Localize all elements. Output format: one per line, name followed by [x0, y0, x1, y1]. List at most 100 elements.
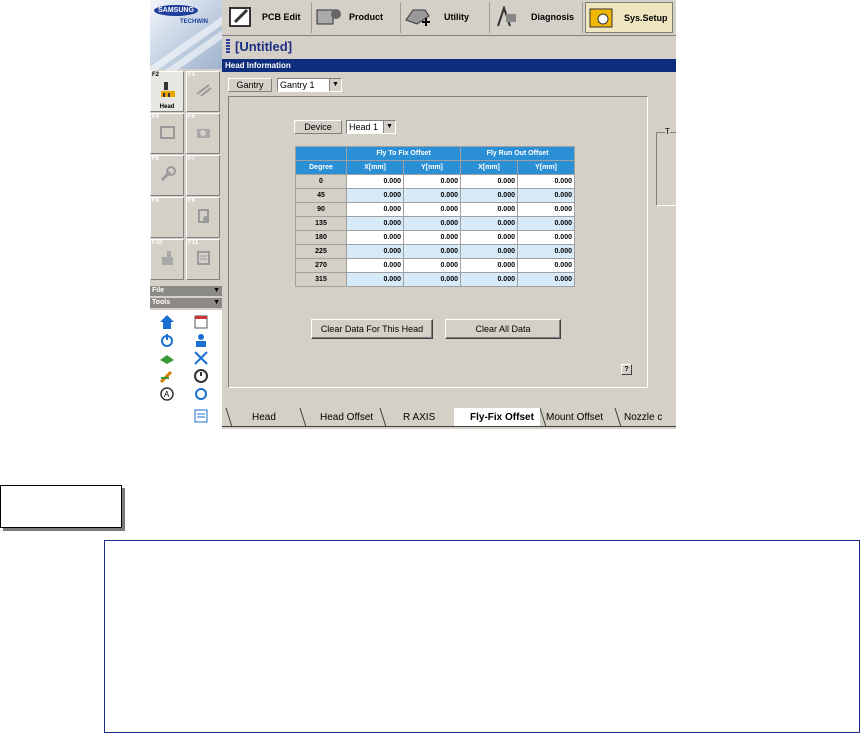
table-cell-value[interactable]: 0.000 [517, 230, 575, 245]
tab-nozzle[interactable]: Nozzle c [618, 408, 668, 427]
table-cell-value[interactable]: 0.000 [517, 244, 575, 259]
table-cell-value[interactable]: 0.000 [346, 174, 404, 189]
table-cell-value[interactable]: 0.000 [460, 244, 518, 259]
table-cell-value[interactable]: 0.000 [517, 272, 575, 287]
toolbar-sys-setup[interactable]: Sys.Setup [585, 2, 673, 33]
tab-mount-offset[interactable]: Mount Offset [540, 408, 609, 427]
fkey-f2-head[interactable]: F2 Head [150, 71, 184, 112]
table-header: Y[mm] [403, 160, 461, 175]
fkey-f6[interactable]: F6 [150, 155, 184, 196]
device-value: Head 1 [349, 122, 379, 132]
table-cell-value[interactable]: 0.000 [460, 174, 518, 189]
fkey-f7[interactable]: F7 [186, 155, 220, 196]
table-row: 270 0.000 0.000 0.000 0.000 [295, 258, 575, 273]
tab-fly-fix-offset[interactable]: Fly-Fix Offset [454, 408, 540, 427]
table-cell-value[interactable]: 0.000 [460, 202, 518, 217]
table-cell-value[interactable]: 0.000 [346, 188, 404, 203]
toolbar-utility[interactable]: Utility [402, 2, 490, 33]
auto-icon[interactable]: A [159, 386, 175, 402]
report-icon[interactable] [193, 408, 209, 424]
table-cell-value[interactable]: 0.000 [403, 244, 461, 259]
home-icon[interactable] [159, 314, 175, 330]
dropdown-arrow-icon: ▼ [213, 299, 220, 306]
table-row: 45 0.000 0.000 0.000 0.000 [295, 188, 575, 203]
camera-icon [197, 129, 210, 138]
tab-head[interactable]: Head [234, 408, 294, 427]
table-cell-degree: 90 [295, 202, 347, 217]
toolbar-label: Product [349, 12, 384, 22]
toolbar-diagnosis[interactable]: Diagnosis [491, 2, 583, 33]
toolbar-product[interactable]: Product [313, 2, 401, 33]
table-cell-value[interactable]: 0.000 [346, 230, 404, 245]
table-cell-value[interactable]: 0.000 [346, 202, 404, 217]
chevron-down-icon[interactable]: ▼ [329, 79, 341, 91]
table-cell-value[interactable]: 0.000 [517, 188, 575, 203]
table-cell-value[interactable]: 0.000 [517, 202, 575, 217]
table-cell-value[interactable]: 0.000 [403, 272, 461, 287]
gantry-select[interactable]: Gantry 1 ▼ [277, 78, 342, 92]
table-row: 0 0.000 0.000 0.000 0.000 [295, 174, 575, 189]
app-window: SAMSUNG TECHWIN F2 Head F3 F4 F5 F6 F7 F… [150, 0, 676, 429]
tools-panel: A [150, 310, 222, 429]
user-icon[interactable] [193, 332, 209, 348]
tab-head-offset[interactable]: Head Offset [302, 408, 391, 427]
table-corner [295, 146, 347, 161]
section-header: Head Information [222, 59, 676, 72]
table-cell-value[interactable]: 0.000 [346, 272, 404, 287]
table-cell-degree: 225 [295, 244, 347, 259]
fkey-f3[interactable]: F3 [186, 71, 220, 112]
fkey-f4[interactable]: F4 [150, 113, 184, 154]
table-cell-value[interactable]: 0.000 [403, 188, 461, 203]
toolbar-pcb-edit[interactable]: PCB Edit [226, 2, 312, 33]
table-cell-value[interactable]: 0.000 [346, 216, 404, 231]
file-menu[interactable]: File ▼ [150, 286, 222, 296]
gauge-icon[interactable] [193, 368, 209, 384]
table-cell-value[interactable]: 0.000 [346, 244, 404, 259]
table-cell-value[interactable]: 0.000 [346, 258, 404, 273]
table-cell-degree: 315 [295, 272, 347, 287]
fkey-label: F3 [188, 72, 196, 78]
fkey-f11[interactable]: F11 [186, 239, 220, 280]
clear-head-button[interactable]: Clear Data For This Head [311, 319, 433, 339]
label-box [0, 485, 122, 528]
table-cell-value[interactable]: 0.000 [403, 230, 461, 245]
recycle-icon[interactable] [193, 386, 209, 402]
table-cell-value[interactable]: 0.000 [517, 216, 575, 231]
table-cell-value[interactable]: 0.000 [403, 216, 461, 231]
table-cell-value[interactable]: 0.000 [460, 258, 518, 273]
table-cell-value[interactable]: 0.000 [460, 230, 518, 245]
power-icon[interactable] [159, 332, 175, 348]
fkey-f9[interactable]: F9 [186, 197, 220, 238]
calendar-icon[interactable] [193, 314, 209, 330]
help-button[interactable]: ? [621, 364, 632, 375]
tab-r-axis[interactable]: R AXIS [385, 408, 453, 427]
chevron-down-icon[interactable]: ▼ [383, 121, 395, 133]
fkey-f10[interactable]: F10 [150, 239, 184, 280]
diagnosis-icon [497, 6, 516, 27]
list-icon [197, 251, 210, 265]
table-cell-value[interactable]: 0.000 [460, 272, 518, 287]
table-cell-value[interactable]: 0.000 [517, 174, 575, 189]
clear-all-button[interactable]: Clear All Data [445, 319, 561, 339]
table-header-degree: Degree [295, 160, 347, 175]
gantry-label: Gantry [228, 78, 272, 92]
fkey-f5[interactable]: F5 [186, 113, 220, 154]
edit-icon[interactable] [159, 368, 175, 384]
table-cell-value[interactable]: 0.000 [403, 202, 461, 217]
table-row: 135 0.000 0.000 0.000 0.000 [295, 216, 575, 231]
table-cell-value[interactable]: 0.000 [403, 174, 461, 189]
table-cell-value[interactable]: 0.000 [460, 188, 518, 203]
fkey-label: F5 [188, 114, 196, 120]
scissors-icon[interactable] [193, 350, 209, 366]
table-cell-value[interactable]: 0.000 [403, 258, 461, 273]
nozzle-icon [196, 84, 212, 97]
device-select[interactable]: Head 1 ▼ [346, 120, 396, 134]
table-cell-value[interactable]: 0.000 [460, 216, 518, 231]
tools-menu[interactable]: Tools ▼ [150, 298, 222, 308]
tools-menu-label: Tools [152, 299, 171, 306]
table-cell-value[interactable]: 0.000 [517, 258, 575, 273]
tab-strip: Head Head Offset R AXIS Fly-Fix Offset M… [222, 405, 676, 429]
fkey-f8[interactable]: F8 [150, 197, 184, 238]
table-row: 180 0.000 0.000 0.000 0.000 [295, 230, 575, 245]
board-icon[interactable] [159, 350, 175, 366]
